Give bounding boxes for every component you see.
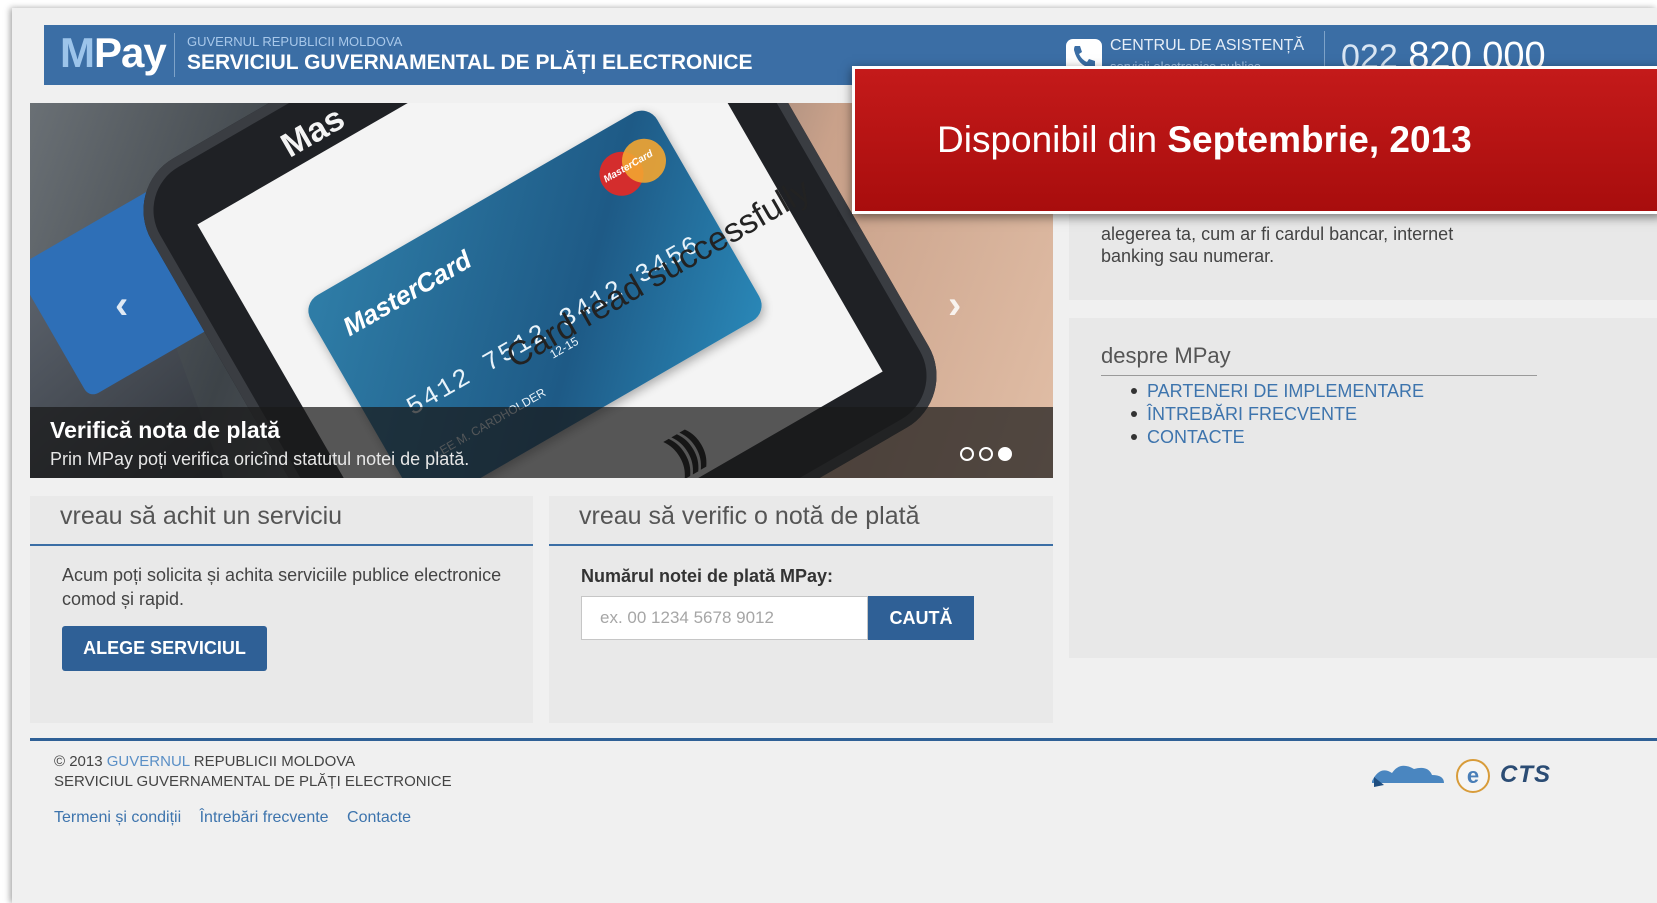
slider-dots <box>960 447 1017 466</box>
about-link-partners[interactable]: PARTENERI DE IMPLEMENTARE <box>1129 380 1424 403</box>
header-divider <box>174 33 175 77</box>
terms-link[interactable]: Termeni și condiții <box>54 809 181 826</box>
about-divider <box>1101 375 1537 376</box>
pay-service-title: vreau să achit un serviciu <box>60 502 343 530</box>
slide-description: Prin MPay poți verifica oricînd statutul… <box>50 449 470 469</box>
cts-logo[interactable]: CTS <box>1500 761 1551 789</box>
check-bill-box: vreau să verific o notă de plată Numărul… <box>549 496 1053 723</box>
support-center-title: CENTRUL DE ASISTENȚĂ <box>1110 37 1305 54</box>
egov-logo[interactable]: e <box>1456 759 1490 793</box>
choose-service-button[interactable]: ALEGE SERVICIUL <box>62 626 267 671</box>
slide-title: Verifică nota de plată <box>50 417 281 443</box>
check-bill-title: vreau să verific o notă de plată <box>579 502 920 530</box>
search-button[interactable]: CAUTĂ <box>868 596 974 640</box>
intro-text: alegerea ta, cum ar fi cardul bancar, in… <box>1101 224 1454 266</box>
mpay-logo[interactable]: MPay <box>60 29 167 77</box>
footer-links: Termeni și condiții Întrebări frecvente … <box>54 809 425 827</box>
about-panel: despre MPay PARTENERI DE IMPLEMENTARE ÎN… <box>1069 318 1657 658</box>
pay-service-box: vreau să achit un serviciu Acum poți sol… <box>30 496 533 723</box>
about-link-contacts[interactable]: CONTACTE <box>1129 426 1424 449</box>
slider-next-icon[interactable]: › <box>948 283 961 328</box>
availability-text: Disponibil din Septembrie, 2013 <box>937 119 1472 160</box>
about-link-faq[interactable]: ÎNTREBĂRI FRECVENTE <box>1129 403 1424 426</box>
pay-service-divider <box>30 544 533 546</box>
bill-number-label: Numărul notei de plată MPay: <box>581 566 834 586</box>
copyright-line: © 2013 GUVERNUL REPUBLICII MOLDOVA <box>54 753 356 770</box>
faq-link[interactable]: Întrebări frecvente <box>200 809 329 826</box>
service-name: SERVICIUL GUVERNAMENTAL DE PLĂȚI ELECTRO… <box>187 51 753 74</box>
mcloud-logo[interactable] <box>1370 759 1446 789</box>
slider-dot-2[interactable] <box>979 447 993 461</box>
about-links: PARTENERI DE IMPLEMENTARE ÎNTREBĂRI FREC… <box>1129 380 1424 449</box>
bill-number-input[interactable] <box>581 596 868 640</box>
copyright-service: SERVICIUL GUVERNAMENTAL DE PLĂȚI ELECTRO… <box>54 773 452 790</box>
slider-caption: Verifică nota de plată Prin MPay poți ve… <box>30 407 1053 478</box>
pay-service-text: Acum poți solicita și achita serviciile … <box>62 565 502 609</box>
gov-name: GUVERNUL REPUBLICII MOLDOVA <box>187 34 403 49</box>
slider-prev-icon[interactable]: ‹ <box>115 283 128 328</box>
mastercard-logo: MasterCard <box>591 130 675 204</box>
slider-dot-1[interactable] <box>960 447 974 461</box>
contacts-link[interactable]: Contacte <box>347 809 411 826</box>
slider-dot-3[interactable] <box>998 447 1012 461</box>
availability-banner: Disponibil din Septembrie, 2013 <box>852 66 1657 214</box>
site-footer: © 2013 GUVERNUL REPUBLICII MOLDOVA SERVI… <box>30 738 1657 841</box>
government-link[interactable]: GUVERNUL <box>107 753 190 770</box>
check-bill-divider <box>549 544 1053 546</box>
about-title: despre MPay <box>1101 343 1231 368</box>
